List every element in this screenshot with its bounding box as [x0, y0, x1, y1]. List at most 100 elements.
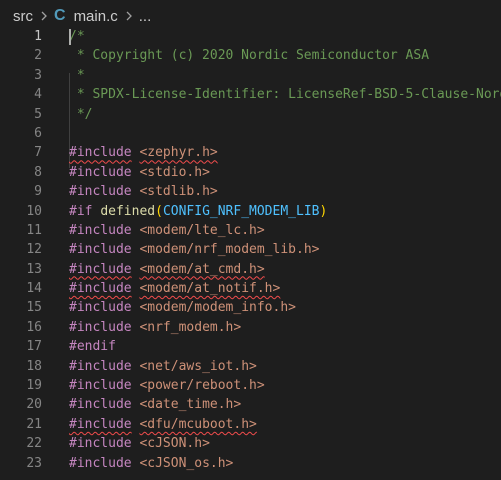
- line-text: #if defined(CONFIG_NRF_MODEM_LIB): [69, 202, 327, 221]
- breadcrumb-folder-src[interactable]: src: [13, 8, 33, 25]
- line-number: 18: [26, 358, 42, 374]
- code-token: <zephyr.h>: [139, 145, 218, 161]
- code-line[interactable]: 14 #include <modem/at_notif.h>: [0, 279, 501, 298]
- code-token: <nrf_modem.h>: [139, 319, 242, 335]
- line-number: 12: [26, 242, 42, 258]
- code-line[interactable]: 8 #include <stdio.h>: [0, 163, 501, 182]
- line-number: 19: [26, 378, 42, 394]
- breadcrumb-file-main-c[interactable]: main.c: [74, 8, 118, 25]
- line-number: 4: [34, 87, 42, 103]
- code-line[interactable]: 18 #include <net/aws_iot.h>: [0, 357, 501, 376]
- line-number: 11: [26, 222, 42, 238]
- code-token: */: [69, 106, 93, 122]
- breadcrumb-symbols[interactable]: ...: [139, 8, 152, 25]
- code-token: <stdio.h>: [139, 164, 210, 180]
- line-number: 2: [34, 48, 42, 64]
- code-line[interactable]: 6: [0, 124, 501, 143]
- code-line[interactable]: 11 #include <modem/lte_lc.h>: [0, 221, 501, 240]
- code-token: #include: [69, 184, 132, 200]
- code-token: CONFIG_NRF_MODEM_LIB: [162, 203, 320, 219]
- line-text: #include <stdio.h>: [69, 163, 210, 182]
- line-number: 17: [26, 339, 42, 355]
- code-token: <net/aws_iot.h>: [139, 358, 257, 374]
- code-token: #include: [69, 300, 132, 316]
- text-cursor: [69, 29, 71, 45]
- code-line[interactable]: 20 #include <date_time.h>: [0, 395, 501, 414]
- line-text: * SPDX-License-Identifier: LicenseRef-BS…: [69, 85, 501, 104]
- code-token: #include: [69, 261, 132, 277]
- code-editor[interactable]: src C main.c ... 1 /* 2 * Copyright (c) 20…: [0, 0, 501, 480]
- code-token: <power/reboot.h>: [139, 378, 265, 394]
- line-text: #include <nrf_modem.h>: [69, 318, 241, 337]
- line-number: 23: [26, 455, 42, 471]
- line-text: #include <modem/lte_lc.h>: [69, 221, 265, 240]
- code-token: ): [319, 203, 328, 219]
- line-number: 22: [26, 436, 42, 452]
- code-line[interactable]: 3 *: [0, 66, 501, 85]
- code-line[interactable]: 9 #include <stdlib.h>: [0, 182, 501, 201]
- code-token: <stdlib.h>: [139, 184, 218, 200]
- code-line[interactable]: 1 /*: [0, 27, 501, 46]
- line-text: #include <modem/modem_info.h>: [69, 298, 296, 317]
- chevron-right-icon: [125, 10, 133, 22]
- code-area[interactable]: 1 /* 2 * Copyright (c) 2020 Nordic Semicon…: [0, 27, 501, 473]
- line-number: 9: [34, 184, 42, 200]
- code-line[interactable]: 21 #include <dfu/mcuboot.h>: [0, 415, 501, 434]
- code-token: #include: [69, 436, 132, 452]
- code-token: /*: [69, 29, 85, 44]
- line-number: 16: [26, 319, 42, 335]
- line-text: */: [69, 105, 93, 124]
- code-token: #include: [69, 222, 132, 238]
- line-text: *: [69, 66, 85, 85]
- line-text: #include <cJSON_os.h>: [69, 454, 233, 473]
- code-token: <modem/nrf_modem_lib.h>: [139, 242, 320, 258]
- line-text: * Copyright (c) 2020 Nordic Semiconducto…: [69, 46, 429, 65]
- code-line[interactable]: 22 #include <cJSON.h>: [0, 434, 501, 453]
- line-number: 20: [26, 397, 42, 413]
- code-token: #include: [69, 242, 132, 258]
- code-line[interactable]: 23 #include <cJSON_os.h>: [0, 454, 501, 473]
- code-line[interactable]: 13 #include <modem/at_cmd.h>: [0, 260, 501, 279]
- line-text: #include <modem/nrf_modem_lib.h>: [69, 240, 319, 259]
- code-token: <modem/at_cmd.h>: [139, 261, 265, 277]
- code-token: #include: [69, 164, 132, 180]
- code-token: *: [69, 67, 85, 83]
- code-line[interactable]: 15 #include <modem/modem_info.h>: [0, 298, 501, 317]
- code-token: (: [155, 203, 163, 219]
- line-number: 6: [34, 125, 42, 141]
- code-line[interactable]: 19 #include <power/reboot.h>: [0, 376, 501, 395]
- code-line[interactable]: 2 * Copyright (c) 2020 Nordic Semiconduc…: [0, 46, 501, 65]
- line-number: 14: [26, 281, 42, 297]
- line-text: #include <modem/at_notif.h>: [69, 279, 280, 298]
- line-text: /*: [69, 27, 85, 46]
- code-token: <cJSON.h>: [139, 436, 210, 452]
- code-line[interactable]: 17 #endif: [0, 337, 501, 356]
- code-token: <cJSON_os.h>: [139, 455, 234, 471]
- chevron-right-icon: [40, 10, 48, 22]
- code-token: #include: [69, 397, 132, 413]
- code-token: defined: [100, 203, 156, 219]
- line-number: 1: [34, 29, 42, 44]
- code-line[interactable]: 16 #include <nrf_modem.h>: [0, 318, 501, 337]
- line-number: 7: [34, 145, 42, 161]
- line-number: 21: [26, 416, 42, 432]
- line-text: #include <date_time.h>: [69, 395, 241, 414]
- code-line[interactable]: 12 #include <modem/nrf_modem_lib.h>: [0, 240, 501, 259]
- code-line[interactable]: 7 #include <zephyr.h>: [0, 143, 501, 162]
- code-token: #include: [69, 455, 132, 471]
- line-text: #include <power/reboot.h>: [69, 376, 265, 395]
- code-line[interactable]: 4 * SPDX-License-Identifier: LicenseRef-…: [0, 85, 501, 104]
- code-token: #include: [69, 319, 132, 335]
- code-line[interactable]: 5 */: [0, 105, 501, 124]
- code-token: <modem/at_notif.h>: [139, 281, 281, 297]
- line-text: #include <net/aws_iot.h>: [69, 357, 257, 376]
- code-token: #include: [69, 416, 132, 432]
- code-line[interactable]: 10 #if defined(CONFIG_NRF_MODEM_LIB): [0, 202, 501, 221]
- line-number: 10: [26, 203, 42, 219]
- code-token: #include: [69, 281, 132, 297]
- code-token: * Copyright (c) 2020 Nordic Semiconducto…: [69, 48, 430, 64]
- code-token: #include: [69, 378, 132, 394]
- line-text: #include <dfu/mcuboot.h>: [69, 415, 257, 434]
- line-text: #include <modem/at_cmd.h>: [69, 260, 265, 279]
- code-token: #if: [69, 203, 93, 219]
